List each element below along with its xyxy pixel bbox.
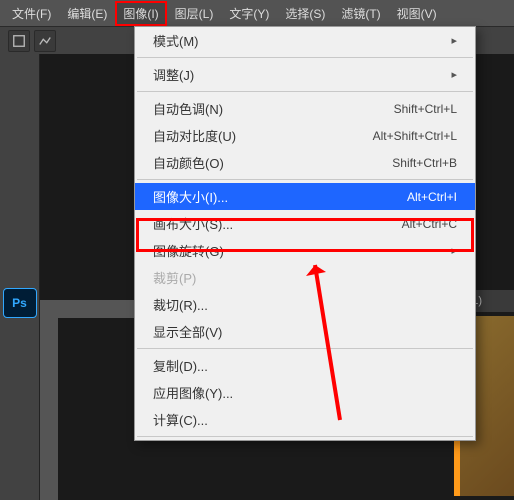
tool-option-2[interactable] bbox=[34, 30, 56, 52]
menu-item-image-rotation[interactable]: 图像旋转(G) bbox=[135, 237, 475, 264]
menubar: 文件(F) 编辑(E) 图像(I) 图层(L) 文字(Y) 选择(S) 滤镜(T… bbox=[0, 0, 514, 26]
menu-select[interactable]: 选择(S) bbox=[277, 1, 333, 26]
menu-item-calculations[interactable]: 计算(C)... bbox=[135, 406, 475, 433]
separator bbox=[137, 57, 473, 58]
separator bbox=[137, 91, 473, 92]
tool-option-1[interactable] bbox=[8, 30, 30, 52]
menu-item-mode[interactable]: 模式(M) bbox=[135, 27, 475, 54]
menu-view[interactable]: 视图(V) bbox=[389, 1, 445, 26]
menu-item-apply-image[interactable]: 应用图像(Y)... bbox=[135, 379, 475, 406]
ps-logo-icon: Ps bbox=[3, 288, 37, 318]
ruler-vertical bbox=[40, 300, 58, 500]
menu-item-auto-contrast[interactable]: 自动对比度(U)Alt+Shift+Ctrl+L bbox=[135, 122, 475, 149]
separator bbox=[137, 179, 473, 180]
menu-item-adjustments[interactable]: 调整(J) bbox=[135, 61, 475, 88]
menu-text[interactable]: 文字(Y) bbox=[221, 1, 277, 26]
menu-edit[interactable]: 编辑(E) bbox=[59, 1, 115, 26]
menu-layer[interactable]: 图层(L) bbox=[167, 1, 222, 26]
tools-panel: Ps bbox=[0, 54, 40, 500]
menu-image[interactable]: 图像(I) bbox=[115, 1, 166, 26]
separator bbox=[137, 436, 473, 437]
menu-file[interactable]: 文件(F) bbox=[4, 1, 59, 26]
menu-item-reveal-all[interactable]: 显示全部(V) bbox=[135, 318, 475, 345]
menu-item-canvas-size[interactable]: 画布大小(S)...Alt+Ctrl+C bbox=[135, 210, 475, 237]
menu-item-crop: 裁剪(P) bbox=[135, 264, 475, 291]
menu-filter[interactable]: 滤镜(T) bbox=[333, 1, 388, 26]
menu-item-duplicate[interactable]: 复制(D)... bbox=[135, 352, 475, 379]
menu-item-auto-color[interactable]: 自动颜色(O)Shift+Ctrl+B bbox=[135, 149, 475, 176]
menu-item-auto-tone[interactable]: 自动色调(N)Shift+Ctrl+L bbox=[135, 95, 475, 122]
menu-item-image-size[interactable]: 图像大小(I)...Alt+Ctrl+I bbox=[135, 183, 475, 210]
separator bbox=[137, 348, 473, 349]
image-menu-dropdown: 模式(M) 调整(J) 自动色调(N)Shift+Ctrl+L 自动对比度(U)… bbox=[134, 26, 476, 441]
menu-item-trim[interactable]: 裁切(R)... bbox=[135, 291, 475, 318]
